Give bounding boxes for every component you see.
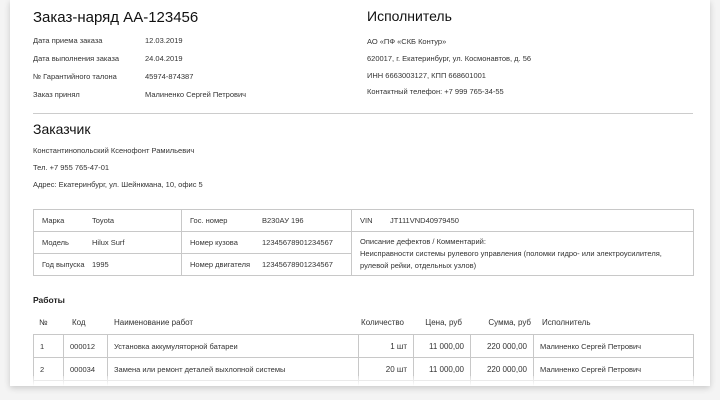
cell-executor: Малиненко Сергей Петрович [533, 334, 694, 358]
table-row: 1 000012 Установка аккумуляторной батаре… [33, 334, 694, 358]
label-received-date: Дата приема заказа [33, 36, 103, 45]
works-title: Работы [33, 295, 65, 305]
engine-value: 12345678901234567 [262, 260, 333, 269]
work-order-document: Заказ-наряд АА-123456 Дата приема заказа… [10, 0, 710, 386]
col-header-price: Цена, руб [425, 318, 462, 327]
label-accepted-by: Заказ принял [33, 90, 80, 99]
engine-label: Номер двигателя [190, 260, 251, 269]
contractor-address: 620017, г. Екатеринбург, ул. Космонавтов… [367, 54, 532, 63]
value-accepted-by: Малиненко Сергей Петрович [145, 90, 247, 99]
col-header-executor: Исполнитель [542, 318, 591, 327]
year-cell: Год выпуска 1995 [33, 253, 182, 276]
label-completion-date: Дата выполнения заказа [33, 54, 120, 63]
plate-value: В230АУ 196 [262, 216, 304, 225]
body-label: Номер кузова [190, 238, 238, 247]
col-header-number: № [39, 318, 48, 327]
cell-code: 000012 [63, 334, 108, 358]
plate-cell: Гос. номер В230АУ 196 [181, 209, 352, 232]
contractor-inn: ИНН 6663003127, КПП 668601001 [367, 71, 486, 80]
model-value: Hilux Surf [92, 238, 125, 247]
value-completion-date: 24.04.2019 [145, 54, 183, 63]
order-title: Заказ-наряд АА-123456 [33, 9, 199, 26]
year-value: 1995 [92, 260, 109, 269]
body-cell: Номер кузова 12345678901234567 [181, 231, 352, 254]
contractor-phone: Контактный телефон: +7 999 765-34-55 [367, 87, 504, 96]
vin-value: JT111VND40979450 [390, 216, 459, 225]
defects-value: Неисправности системы рулевого управлени… [360, 248, 662, 270]
cell-price: 11 000,00 [413, 334, 471, 358]
value-warranty: 45974-874387 [145, 72, 194, 81]
plate-label: Гос. номер [190, 216, 228, 225]
divider [33, 113, 693, 114]
col-header-quantity: Количество [361, 318, 404, 327]
model-label: Модель [42, 238, 69, 247]
defects-cell: Описание дефектов / Комментарий: Неисправ… [351, 231, 694, 276]
vin-label: VIN [360, 216, 373, 225]
vin-cell: VIN JT111VND40979450 [351, 209, 694, 232]
engine-cell: Номер двигателя 12345678901234567 [181, 253, 352, 276]
body-value: 12345678901234567 [262, 238, 333, 247]
label-warranty: № Гарантийного талона [33, 72, 117, 81]
customer-address: Адрес: Екатеринбург, ул. Шейнкмана, 10, … [33, 180, 203, 189]
make-value: Toyota [92, 216, 115, 225]
year-label: Год выпуска [42, 260, 85, 269]
customer-title: Заказчик [33, 121, 91, 137]
col-header-name: Наименование работ [114, 318, 194, 327]
value-received-date: 12.03.2019 [145, 36, 183, 45]
contractor-title: Исполнитель [367, 8, 452, 24]
cell-number: 1 [33, 334, 64, 358]
customer-name: Константинопольский Ксенофонт Рамильевич [33, 146, 195, 155]
cell-quantity: 1 шт [358, 334, 414, 358]
scroll-fade [10, 376, 710, 386]
contractor-name: АО «ПФ «СКБ Контур» [367, 37, 447, 46]
defects-label: Описание дефектов / Комментарий: [360, 236, 486, 246]
make-cell: Марка Toyota [33, 209, 182, 232]
customer-phone: Тел. +7 955 765-47-01 [33, 163, 110, 172]
cell-sum: 220 000,00 [470, 334, 534, 358]
cell-name: Установка аккумуляторной батареи [107, 334, 359, 358]
vehicle-table: Марка Toyota Гос. номер В230АУ 196 VIN JT11… [33, 209, 694, 276]
col-header-sum: Сумма, руб [488, 318, 531, 327]
model-cell: Модель Hilux Surf [33, 231, 182, 254]
make-label: Марка [42, 216, 65, 225]
col-header-code: Код [72, 318, 86, 327]
